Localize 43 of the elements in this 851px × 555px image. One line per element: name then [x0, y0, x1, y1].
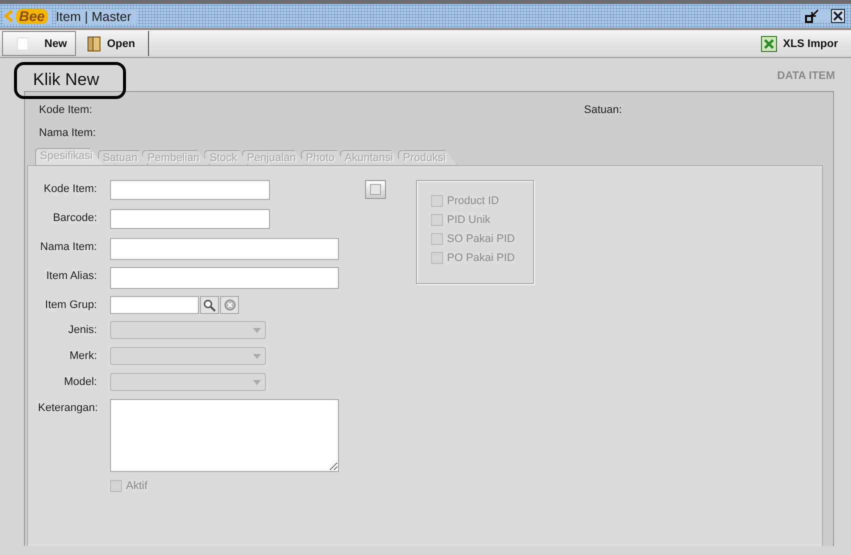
toolbar-button[interactable]: XLS Impor	[752, 31, 847, 56]
toolbar-button[interactable]: Open	[78, 31, 144, 56]
field-label: Keterangan:	[38, 401, 97, 414]
field-label: Nama Item:	[39, 127, 97, 139]
dropdown-arrow-icon	[253, 380, 261, 384]
small-button[interactable]	[365, 180, 386, 199]
restore-icon[interactable]	[805, 9, 819, 23]
field-label: Kode Item:	[42, 182, 97, 195]
toolbar-button[interactable]: New	[2, 31, 76, 56]
text-field[interactable]	[110, 180, 270, 200]
blank-square-icon	[370, 184, 381, 195]
field-label: Nama Item:	[39, 240, 97, 253]
close-icon[interactable]	[831, 9, 845, 23]
field-label: Barcode:	[52, 211, 97, 224]
text-field[interactable]	[110, 267, 339, 289]
search-button[interactable]	[200, 296, 219, 314]
dropdown-arrow-icon	[253, 354, 261, 358]
blank-page-icon	[17, 36, 28, 52]
checkbox-label: PO Pakai PID	[447, 252, 515, 264]
app-logo: Bee	[16, 8, 48, 24]
clear-button[interactable]	[220, 296, 239, 314]
field-label: Merk:	[68, 349, 97, 362]
text-area[interactable]	[110, 399, 339, 472]
checkbox-label: Product ID	[447, 195, 499, 207]
checkbox-label: SO Pakai PID	[447, 233, 515, 245]
search-icon	[203, 298, 216, 312]
door-icon	[87, 36, 101, 52]
section-title: DATA ITEM	[777, 70, 835, 82]
field-label: Satuan:	[584, 104, 622, 116]
field-label: Jenis:	[67, 323, 97, 336]
checkbox-label: Aktif	[126, 480, 148, 492]
text-field[interactable]	[110, 238, 339, 260]
spreadsheet-icon	[760, 36, 777, 52]
dropdown-arrow-icon	[253, 328, 261, 332]
clear-icon	[224, 299, 236, 311]
checkbox-label: PID Unik	[447, 214, 490, 226]
text-field[interactable]	[110, 209, 270, 229]
field-label: Kode Item:	[39, 104, 94, 116]
field-label: Item Alias:	[45, 269, 97, 282]
field-label: Model:	[62, 375, 97, 388]
window-title: Item | Master	[56, 8, 138, 24]
text-field[interactable]	[110, 296, 199, 314]
field-label: Item Grup:	[44, 298, 97, 311]
